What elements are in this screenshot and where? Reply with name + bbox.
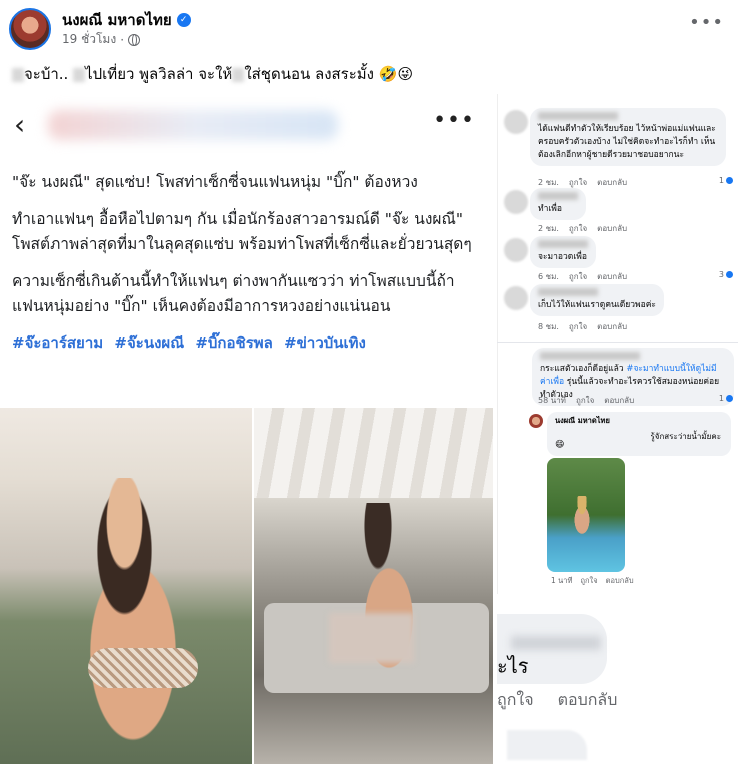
reaction-count[interactable]: 3: [719, 270, 733, 279]
comment-time[interactable]: 8 ชม.: [538, 320, 559, 333]
comment-actions: 2 ชม. ถูกใจ ตอบกลับ: [538, 222, 627, 235]
reply-text: รู้จักสระว่ายน้ำมั้ยคะ: [650, 432, 721, 441]
verified-badge-icon: ✓: [176, 13, 191, 27]
zoom-comment-text: ะไร: [497, 654, 529, 678]
comment-actions: 58 นาที ถูกใจ ตอบกลับ: [538, 394, 634, 407]
post-caption: จะบ้า.. ไปเที่ยว พูลวิลล่า จะให้ ใส่ชุดนอ…: [12, 62, 413, 86]
comment-bubble: ทำเพื่อ: [530, 188, 586, 220]
reply-author-name[interactable]: นงผณี มหาดไทย: [555, 415, 723, 427]
comment-text: ทำเพื่อ: [538, 204, 562, 214]
commenter-avatar[interactable]: [504, 286, 528, 310]
zoom-actions: ถูกใจ ตอบกลับ: [497, 688, 617, 713]
reply-photo[interactable]: [547, 458, 625, 572]
reply-button[interactable]: ตอบกลับ: [597, 176, 627, 189]
reply-button[interactable]: ตอบกลับ: [606, 575, 634, 587]
article-headline: "จ๊ะ นงผณี" สุดแซ่บ! โพสท่าเซ็กซี่จนแฟนห…: [12, 173, 418, 191]
reply-button[interactable]: ตอบกลับ: [558, 688, 618, 713]
back-arrow-icon[interactable]: ‹: [14, 108, 25, 141]
article-body: "จ๊ะ นงผณี" สุดแซ่บ! โพสท่าเซ็กซี่จนแฟนห…: [12, 170, 482, 368]
like-button[interactable]: ถูกใจ: [569, 222, 587, 235]
embedded-article: ‹ ••• "จ๊ะ นงผณี" สุดแซ่บ! โพสท่าเซ็กซี่…: [0, 94, 493, 764]
comment-time[interactable]: 2 ชม.: [538, 222, 559, 235]
caption-part-1: จะบ้า..: [24, 65, 69, 83]
reply-button[interactable]: ตอบกลับ: [597, 270, 627, 283]
reply-time[interactable]: 1 นาที: [551, 575, 572, 587]
blurred-text: [232, 67, 245, 82]
blurred-text: [511, 636, 601, 650]
blurred-name: [538, 288, 598, 296]
article-photo-right[interactable]: [254, 408, 493, 764]
hashtag-link[interactable]: #บิ๊กอชิรพล: [195, 334, 273, 352]
photo-canopy: [254, 408, 493, 498]
blurred-name: [538, 240, 588, 248]
article-photo-left[interactable]: [0, 408, 252, 764]
article-paragraph: ความเซ็กซี่เกินต้านนี้ทำให้แฟนๆ ต่างพากั…: [12, 272, 455, 315]
comment-time[interactable]: 6 ชม.: [538, 270, 559, 283]
article-more-button[interactable]: •••: [433, 108, 475, 133]
caption-part-3: ใส่ชุดนอน ลงสระมั้ง 🤣😜: [244, 65, 414, 83]
blurred-text: [73, 67, 86, 82]
comment-text: ได้แฟนดีทำตัวให้เรียบร้อย ไว้หน้าพ่อแม่แ…: [538, 124, 716, 160]
blurred-text: [12, 67, 24, 82]
like-button[interactable]: ถูกใจ: [497, 688, 534, 713]
comment-actions: 8 ชม. ถูกใจ ตอบกลับ: [538, 320, 627, 333]
reply-emoji: 😄: [555, 440, 565, 450]
reply-button[interactable]: ตอบกลับ: [597, 320, 627, 333]
like-button[interactable]: ถูกใจ: [580, 575, 597, 587]
hashtag-link[interactable]: #ข่าวบันเทิง: [284, 334, 366, 352]
comment-text: จะมาอวดเพื่อ: [538, 252, 587, 262]
comment-text: เก็บไว้ให้แฟนเราดูคนเดียวพอค่ะ: [538, 300, 656, 310]
article-nav: ‹ •••: [0, 94, 493, 156]
commenter-avatar[interactable]: [504, 238, 528, 262]
comment-bubble: จะมาอวดเพื่อ: [530, 236, 596, 268]
like-button[interactable]: ถูกใจ: [576, 394, 594, 407]
post-time[interactable]: 19 ชั่วโมง: [62, 30, 116, 49]
hashtag-link[interactable]: #จ๊ะนงผณี: [114, 334, 184, 352]
comment-time[interactable]: 58 นาที: [538, 394, 566, 407]
hashtag-list: #จ๊ะอาร์สยาม #จ๊ะนงผณี #บิ๊กอชิรพล #ข่าว…: [12, 331, 482, 356]
comment-actions: 6 ชม. ถูกใจ ตอบกลับ: [538, 270, 627, 283]
comment-bubble: เก็บไว้ให้แฟนเราดูคนเดียวพอค่ะ: [530, 284, 664, 316]
hashtag-link[interactable]: #จ๊ะอาร์สยาม: [12, 334, 103, 352]
author-name-text[interactable]: นงผณี มหาดไทย: [62, 8, 172, 32]
reply-button[interactable]: ตอบกลับ: [604, 394, 634, 407]
reaction-count[interactable]: 1: [719, 394, 733, 403]
reply-bubble: นงผณี มหาดไทย รู้จักสระว่ายน้ำมั้ยคะ 😄: [547, 412, 731, 456]
blurred-page-name: [48, 110, 338, 140]
photo-person: [48, 478, 218, 764]
commenter-avatar[interactable]: [504, 110, 528, 134]
blurred-name: [540, 352, 640, 360]
photo-detail: [88, 648, 198, 688]
author-name[interactable]: นงผณี มหาดไทย ✓: [62, 8, 191, 32]
like-button[interactable]: ถูกใจ: [569, 270, 587, 283]
author-avatar[interactable]: [9, 8, 51, 50]
reaction-count[interactable]: 1: [719, 176, 733, 185]
divider: [497, 342, 738, 343]
caption-part-2: ไปเที่ยว พูลวิลล่า จะให้: [85, 65, 233, 83]
globe-icon: [128, 33, 141, 46]
reply-button[interactable]: ตอบกลับ: [597, 222, 627, 235]
blurred-name: [538, 192, 578, 200]
like-button[interactable]: ถูกใจ: [569, 320, 587, 333]
commenter-avatar[interactable]: [504, 190, 528, 214]
comment-bubble: ได้แฟนดีทำตัวให้เรียบร้อย ไว้หน้าพ่อแม่แ…: [530, 108, 726, 166]
blurred-name: [538, 112, 618, 120]
reply-avatar[interactable]: [529, 414, 543, 428]
post-header: นงผณี มหาดไทย ✓ 19 ชั่วโมง · •••: [0, 0, 738, 56]
zoomed-comment: ะไร ถูกใจ ตอบกลับ: [497, 600, 738, 764]
article-paragraph: ทำเอาแฟนๆ อื้อหือไปตามๆ กัน เมื่อนักร้อง…: [12, 210, 472, 253]
zoom-next-bubble: [507, 730, 587, 760]
censor-blur: [329, 613, 414, 663]
post-more-button[interactable]: •••: [689, 12, 724, 33]
reply-actions: 1 นาที ถูกใจ ตอบกลับ: [551, 575, 634, 587]
post-meta: 19 ชั่วโมง ·: [62, 30, 141, 49]
meta-separator: ·: [120, 32, 125, 47]
comment-text: กระแสตัวเองก็ดีอยู่แล้ว: [540, 364, 624, 374]
